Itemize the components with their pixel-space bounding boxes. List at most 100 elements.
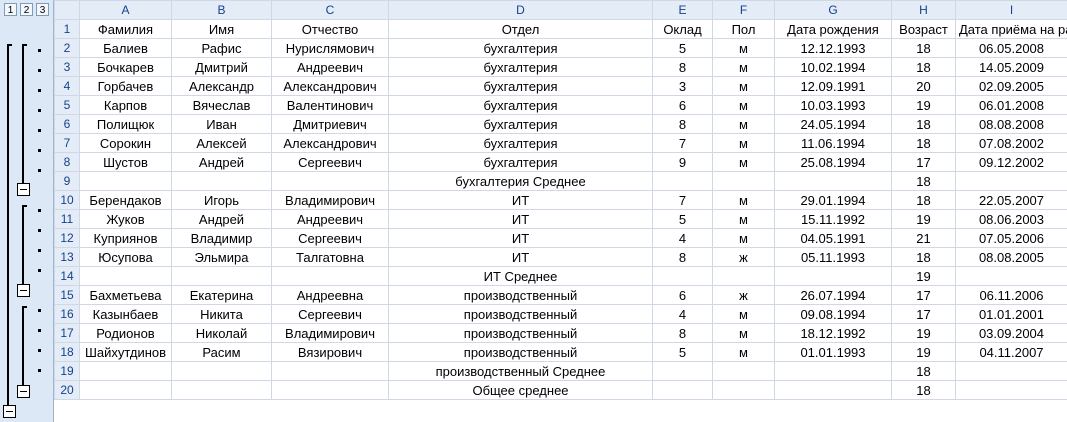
cell-f17[interactable]: м bbox=[712, 323, 775, 343]
outline-level-2-button[interactable]: 2 bbox=[20, 3, 33, 16]
cell-b20[interactable] bbox=[171, 380, 272, 400]
cell-g10[interactable]: 29.01.1994 bbox=[774, 190, 892, 210]
cell-c3[interactable]: Андреевич bbox=[271, 57, 389, 77]
cell-c19[interactable] bbox=[271, 361, 389, 381]
cell-a4[interactable]: Горбачев bbox=[79, 76, 172, 96]
row-header[interactable]: 12 bbox=[54, 228, 80, 248]
cell-c4[interactable]: Александрович bbox=[271, 76, 389, 96]
cell-f12[interactable]: м bbox=[712, 228, 775, 248]
row-header[interactable]: 8 bbox=[54, 152, 80, 172]
cell-g12[interactable]: 04.05.1991 bbox=[774, 228, 892, 248]
cell-i4[interactable]: 02.09.2005 bbox=[955, 76, 1067, 96]
cell-h6[interactable]: 18 bbox=[891, 114, 956, 134]
cell-f3[interactable]: м bbox=[712, 57, 775, 77]
spreadsheet-grid[interactable]: A B C D E F G H I 1 Фамилия Имя Отчество Отд… bbox=[54, 0, 1067, 422]
cell-b2[interactable]: Рафис bbox=[171, 38, 272, 58]
cell-c13[interactable]: Талгатовна bbox=[271, 247, 389, 267]
cell-b19[interactable] bbox=[171, 361, 272, 381]
row-header[interactable]: 2 bbox=[54, 38, 80, 58]
cell-b6[interactable]: Иван bbox=[171, 114, 272, 134]
cell-b16[interactable]: Никита bbox=[171, 304, 272, 324]
cell-f15[interactable]: ж bbox=[712, 285, 775, 305]
cell-f19[interactable] bbox=[712, 361, 775, 381]
cell-e13[interactable]: 8 bbox=[652, 247, 713, 267]
cell-e7[interactable]: 7 bbox=[652, 133, 713, 153]
cell-d8[interactable]: бухгалтерия bbox=[388, 152, 653, 172]
row-header[interactable]: 11 bbox=[54, 209, 80, 229]
cell-i3[interactable]: 14.05.2009 bbox=[955, 57, 1067, 77]
cell-g14[interactable] bbox=[774, 266, 892, 286]
cell-i13[interactable]: 08.08.2005 bbox=[955, 247, 1067, 267]
column-header-c[interactable]: C bbox=[271, 0, 389, 20]
cell-f2[interactable]: м bbox=[712, 38, 775, 58]
cell-h15[interactable]: 17 bbox=[891, 285, 956, 305]
cell-d1[interactable]: Отдел bbox=[388, 19, 653, 39]
cell-h13[interactable]: 18 bbox=[891, 247, 956, 267]
cell-e16[interactable]: 4 bbox=[652, 304, 713, 324]
cell-c16[interactable]: Сергеевич bbox=[271, 304, 389, 324]
cell-i11[interactable]: 08.06.2003 bbox=[955, 209, 1067, 229]
cell-i20[interactable] bbox=[955, 380, 1067, 400]
cell-h3[interactable]: 18 bbox=[891, 57, 956, 77]
cell-d5[interactable]: бухгалтерия bbox=[388, 95, 653, 115]
cell-a3[interactable]: Бочкарев bbox=[79, 57, 172, 77]
cell-d14[interactable]: ИТ Среднее bbox=[388, 266, 653, 286]
row-header[interactable]: 5 bbox=[54, 95, 80, 115]
cell-g8[interactable]: 25.08.1994 bbox=[774, 152, 892, 172]
cell-c1[interactable]: Отчество bbox=[271, 19, 389, 39]
cell-d13[interactable]: ИТ bbox=[388, 247, 653, 267]
cell-g16[interactable]: 09.08.1994 bbox=[774, 304, 892, 324]
cell-d20[interactable]: Общее среднее bbox=[388, 380, 653, 400]
cell-a6[interactable]: Полищюк bbox=[79, 114, 172, 134]
cell-a16[interactable]: Казынбаев bbox=[79, 304, 172, 324]
cell-i19[interactable] bbox=[955, 361, 1067, 381]
cell-d6[interactable]: бухгалтерия bbox=[388, 114, 653, 134]
cell-i16[interactable]: 01.01.2001 bbox=[955, 304, 1067, 324]
cell-i5[interactable]: 06.01.2008 bbox=[955, 95, 1067, 115]
cell-f6[interactable]: м bbox=[712, 114, 775, 134]
cell-d2[interactable]: бухгалтерия bbox=[388, 38, 653, 58]
cell-c9[interactable] bbox=[271, 171, 389, 191]
cell-c11[interactable]: Андреевич bbox=[271, 209, 389, 229]
cell-d17[interactable]: производственный bbox=[388, 323, 653, 343]
cell-f7[interactable]: м bbox=[712, 133, 775, 153]
cell-i7[interactable]: 07.08.2002 bbox=[955, 133, 1067, 153]
cell-a2[interactable]: Балиев bbox=[79, 38, 172, 58]
cell-f20[interactable] bbox=[712, 380, 775, 400]
cell-e5[interactable]: 6 bbox=[652, 95, 713, 115]
cell-b15[interactable]: Екатерина bbox=[171, 285, 272, 305]
cell-e20[interactable] bbox=[652, 380, 713, 400]
cell-h18[interactable]: 19 bbox=[891, 342, 956, 362]
cell-h20[interactable]: 18 bbox=[891, 380, 956, 400]
cell-c17[interactable]: Владимирович bbox=[271, 323, 389, 343]
cell-h9[interactable]: 18 bbox=[891, 171, 956, 191]
cell-a20[interactable] bbox=[79, 380, 172, 400]
cell-e8[interactable]: 9 bbox=[652, 152, 713, 172]
cell-c5[interactable]: Валентинович bbox=[271, 95, 389, 115]
cell-f18[interactable]: м bbox=[712, 342, 775, 362]
cell-a13[interactable]: Юсупова bbox=[79, 247, 172, 267]
row-header[interactable]: 7 bbox=[54, 133, 80, 153]
collapse-all-button[interactable] bbox=[3, 405, 16, 418]
cell-c7[interactable]: Александрович bbox=[271, 133, 389, 153]
cell-f5[interactable]: м bbox=[712, 95, 775, 115]
cell-d19[interactable]: производственный Среднее bbox=[388, 361, 653, 381]
cell-g4[interactable]: 12.09.1991 bbox=[774, 76, 892, 96]
cell-h16[interactable]: 17 bbox=[891, 304, 956, 324]
cell-b18[interactable]: Расим bbox=[171, 342, 272, 362]
cell-h14[interactable]: 19 bbox=[891, 266, 956, 286]
cell-b12[interactable]: Владимир bbox=[171, 228, 272, 248]
cell-a9[interactable] bbox=[79, 171, 172, 191]
cell-b3[interactable]: Дмитрий bbox=[171, 57, 272, 77]
cell-g19[interactable] bbox=[774, 361, 892, 381]
row-header[interactable]: 13 bbox=[54, 247, 80, 267]
row-header[interactable]: 19 bbox=[54, 361, 80, 381]
cell-i12[interactable]: 07.05.2006 bbox=[955, 228, 1067, 248]
row-header[interactable]: 15 bbox=[54, 285, 80, 305]
column-header-a[interactable]: A bbox=[79, 0, 172, 20]
cell-f4[interactable]: м bbox=[712, 76, 775, 96]
cell-b4[interactable]: Александр bbox=[171, 76, 272, 96]
cell-d15[interactable]: производственный bbox=[388, 285, 653, 305]
cell-b1[interactable]: Имя bbox=[171, 19, 272, 39]
cell-h19[interactable]: 18 bbox=[891, 361, 956, 381]
